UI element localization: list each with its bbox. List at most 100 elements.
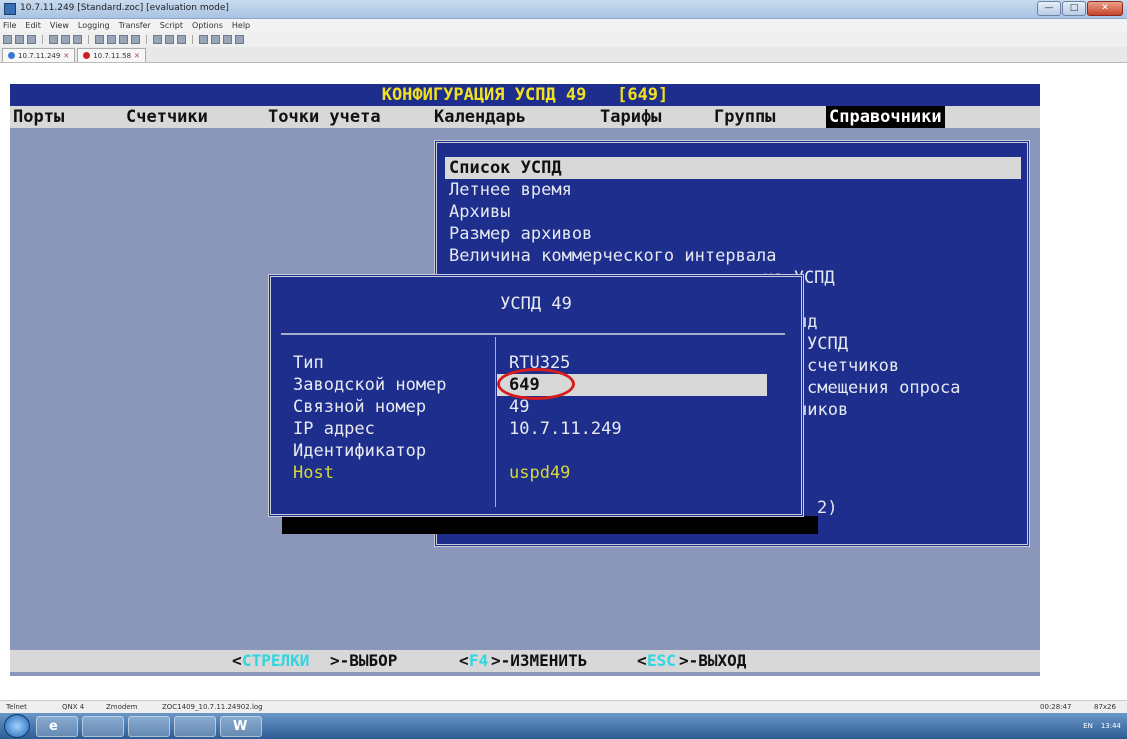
toolbar-script-icon[interactable] <box>119 35 128 44</box>
window-titlebar: 10.7.11.249 [Standard.zoc] [evaluation m… <box>0 0 1127 19</box>
toolbar-print-icon[interactable] <box>165 35 174 44</box>
field-label-serial: Заводской номер <box>293 375 447 395</box>
field-value-ip[interactable]: 10.7.11.249 <box>509 418 622 440</box>
language-indicator[interactable]: EN <box>1083 722 1093 730</box>
minimize-button[interactable]: — <box>1037 1 1061 16</box>
toolbar-disconnect-icon[interactable] <box>15 35 24 44</box>
maximize-button[interactable]: □ <box>1062 1 1086 16</box>
dropdown-item-partial[interactable]: 2) <box>817 497 837 519</box>
dialog-separator <box>281 333 785 335</box>
toolbar-separator <box>42 35 43 44</box>
dropdown-item-partial[interactable]: счетчиков <box>807 355 899 377</box>
menu-tariffs[interactable]: Тарифы <box>600 106 661 128</box>
uspd-details-dialog: УСПД 49 Тип RTU325 Заводской номер 649 С… <box>268 274 804 517</box>
toolbar-copy-icon[interactable] <box>61 35 70 44</box>
hint-arrows-key: СТРЕЛКИ <box>242 651 310 670</box>
clock[interactable]: 13:44 <box>1101 722 1121 730</box>
ie-icon[interactable]: e <box>36 716 78 737</box>
session-tab-2[interactable]: 10.7.11.58 ✕ <box>77 48 146 62</box>
dialog-column-divider <box>495 337 496 507</box>
field-label-identifier: Идентификатор <box>293 441 427 461</box>
toolbar-separator <box>192 35 193 44</box>
hint-arrows-open: < <box>232 651 242 670</box>
session-status-icon <box>8 52 15 59</box>
toolbar-upload-icon[interactable] <box>95 35 104 44</box>
toolbar-save-icon[interactable] <box>27 35 36 44</box>
field-label-host: Host <box>293 463 334 483</box>
toolbar-help-icon[interactable] <box>235 35 244 44</box>
folder-icon[interactable] <box>82 716 124 737</box>
menu-bar: File Edit View Logging Transfer Script O… <box>0 19 1127 32</box>
app-status-bar: Telnet QNX 4 Zmodem ZOC1409_10.7.11.2490… <box>0 700 1127 713</box>
window-title: 10.7.11.249 [Standard.zoc] [evaluation m… <box>20 3 229 13</box>
close-tab-icon[interactable]: ✕ <box>134 49 140 63</box>
hint-esc-key: ESC <box>647 651 676 670</box>
menu-metering-points[interactable]: Точки учета <box>268 106 381 128</box>
dropdown-item-summer-time[interactable]: Летнее время <box>449 179 572 201</box>
field-label-type: Тип <box>293 353 324 373</box>
menu-help[interactable]: Help <box>232 19 250 32</box>
system-tray: EN 13:44 <box>1083 713 1121 739</box>
field-label-comm-number: Связной номер <box>293 397 427 417</box>
media-icon[interactable] <box>128 716 170 737</box>
field-label-ip: IP адрес <box>293 419 375 439</box>
config-title: КОНФИГУРАЦИЯ УСПД 49 [649] <box>381 85 669 105</box>
hint-esc-open: < <box>637 651 647 670</box>
field-value-host[interactable]: uspd49 <box>509 462 570 484</box>
menu-meters[interactable]: Счетчики <box>126 106 208 128</box>
toolbar-keyboard-icon[interactable] <box>199 35 208 44</box>
terminal-menu-bar: Порты Счетчики Точки учета Календарь Тар… <box>10 106 1040 128</box>
toolbar-macro-icon[interactable] <box>211 35 220 44</box>
menu-view[interactable]: View <box>50 19 69 32</box>
terminal-icon[interactable] <box>174 716 216 737</box>
session-status-icon <box>83 52 91 59</box>
toolbar-download-icon[interactable] <box>107 35 116 44</box>
hint-f4-key: F4 <box>469 651 489 670</box>
dialog-title: УСПД 49 <box>500 294 572 314</box>
hint-f4-open: < <box>459 651 469 670</box>
terminal-title-bar: КОНФИГУРАЦИЯ УСПД 49 [649] <box>10 84 1040 106</box>
dropdown-item-partial[interactable]: смещения опроса <box>807 377 961 399</box>
menu-groups[interactable]: Группы <box>714 106 775 128</box>
word-icon[interactable]: W <box>220 716 262 737</box>
app-icon <box>4 3 16 15</box>
dropdown-item-partial[interactable]: УСПД <box>807 333 848 355</box>
toolbar-buttonbar-icon[interactable] <box>223 35 232 44</box>
dropdown-item-archive-size[interactable]: Размер архивов <box>449 223 592 245</box>
menu-logging[interactable]: Logging <box>78 19 110 32</box>
session-tab-label: 10.7.11.249 <box>18 51 61 60</box>
toolbar-connect-icon[interactable] <box>3 35 12 44</box>
toolbar-separator <box>146 35 147 44</box>
dropdown-item-partial[interactable]: чиков <box>797 399 848 421</box>
hint-f4-text: >-ИЗМЕНИТЬ <box>491 651 588 670</box>
toolbar-paste-icon[interactable] <box>73 35 82 44</box>
os-taskbar: e W EN 13:44 <box>0 713 1127 739</box>
toolbar-separator <box>88 35 89 44</box>
dropdown-item-archives[interactable]: Архивы <box>449 201 510 223</box>
red-annotation-circle <box>497 368 575 400</box>
popup-shadow <box>282 516 818 534</box>
hint-arrows-text: >-ВЫБОР <box>330 651 398 670</box>
toolbar-options-icon[interactable] <box>177 35 186 44</box>
hint-esc-text: >-ВЫХОД <box>679 651 747 670</box>
toolbar-check-icon[interactable] <box>131 35 140 44</box>
menu-directories[interactable]: Справочники <box>826 106 945 128</box>
menu-transfer[interactable]: Transfer <box>119 19 151 32</box>
session-tab-1[interactable]: 10.7.11.249 ✕ <box>2 48 76 63</box>
terminal-status-bar: < СТРЕЛКИ >-ВЫБОР < F4 >-ИЗМЕНИТЬ < ESC … <box>10 650 1040 672</box>
menu-script[interactable]: Script <box>160 19 183 32</box>
menu-options[interactable]: Options <box>192 19 223 32</box>
start-button[interactable] <box>4 714 30 738</box>
dropdown-item-uspd-list[interactable]: Список УСПД <box>449 157 562 179</box>
dropdown-item-commercial-interval[interactable]: Величина коммерческого интервала <box>449 245 777 267</box>
menu-file[interactable]: File <box>3 19 16 32</box>
menu-ports[interactable]: Порты <box>13 106 64 128</box>
menu-edit[interactable]: Edit <box>25 19 41 32</box>
menu-calendar[interactable]: Календарь <box>434 106 526 128</box>
close-button[interactable]: ✕ <box>1087 1 1123 16</box>
close-tab-icon[interactable]: ✕ <box>63 49 69 63</box>
terminal-screen[interactable]: КОНФИГУРАЦИЯ УСПД 49 [649] Порты Счетчик… <box>10 84 1040 676</box>
toolbar-log-icon[interactable] <box>153 35 162 44</box>
toolbar-cut-icon[interactable] <box>49 35 58 44</box>
session-tab-label: 10.7.11.58 <box>93 51 132 60</box>
